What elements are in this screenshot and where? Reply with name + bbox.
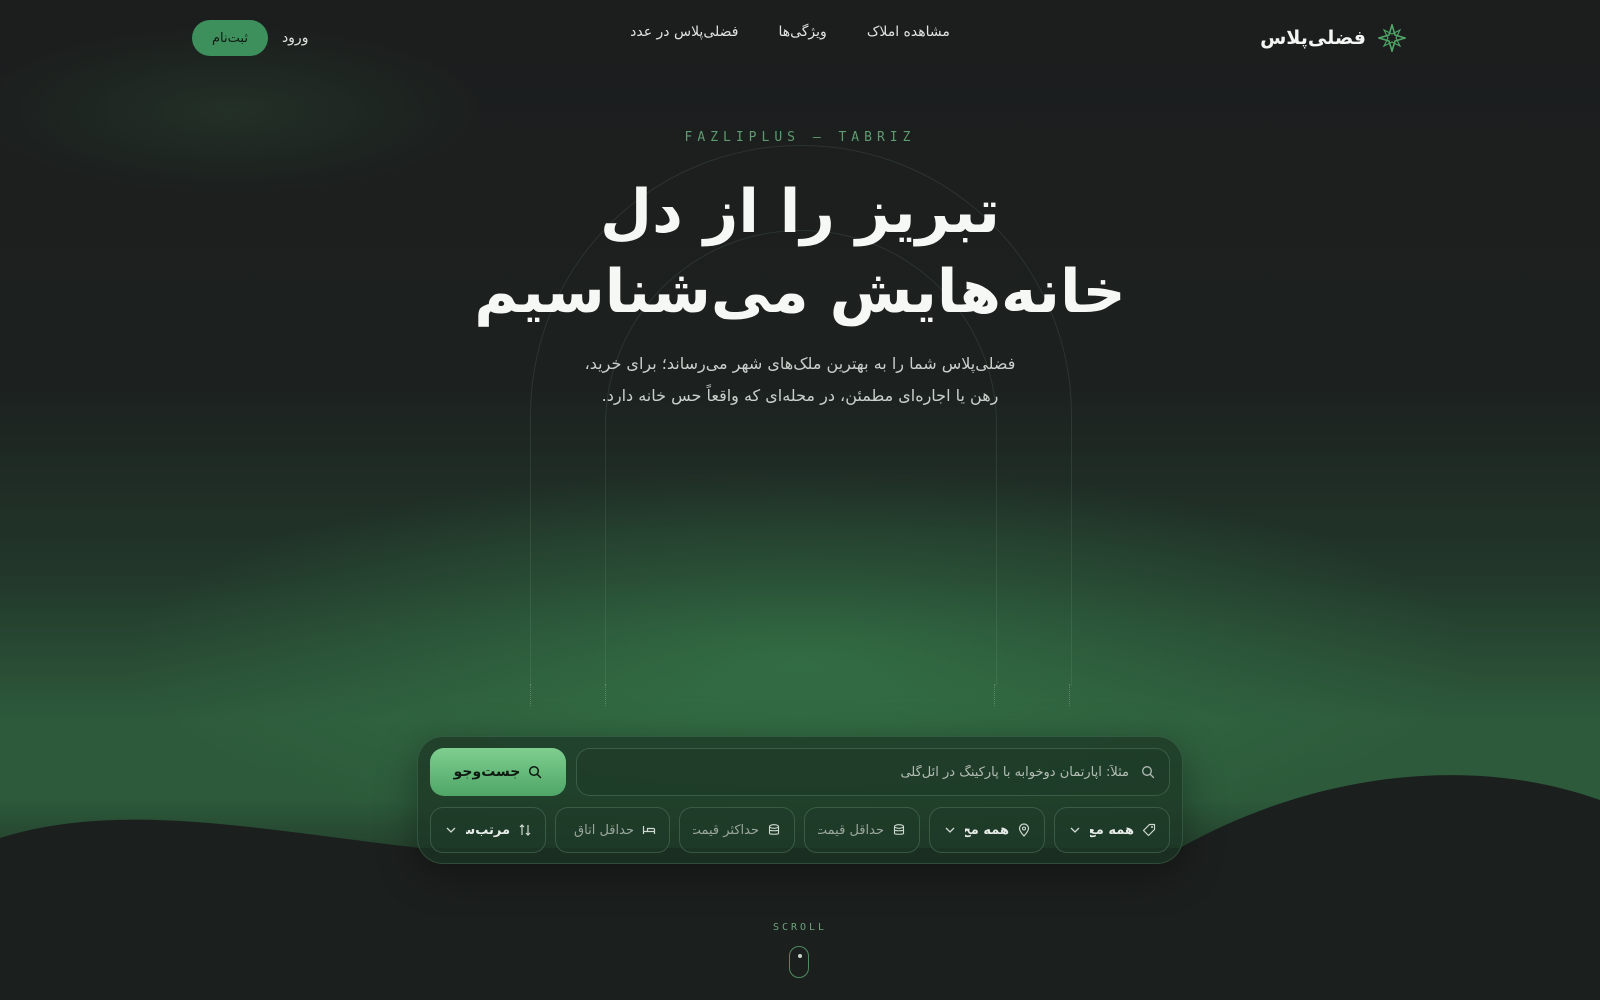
signup-button[interactable]: ثبت‌نام — [192, 20, 268, 56]
arch-dots-right — [1069, 684, 1071, 706]
coins-icon — [893, 824, 905, 835]
scroll-indicator[interactable]: SCROLL — [0, 922, 1600, 978]
hero-kicker: FAZLIPLUS — TABRIZ — [684, 130, 916, 145]
filter-category[interactable]: همه مع — [1054, 807, 1170, 853]
auth-actions: ثبت‌نام ورود — [192, 20, 308, 56]
chevron-down-icon — [945, 827, 955, 833]
top-navbar: فضلی‌پلاس مشاهده املاک ویژگی‌ها فضلی‌پلا… — [0, 0, 1600, 74]
tag-icon — [1142, 823, 1156, 837]
brand-name: فضلی‌پلاس — [1260, 27, 1366, 49]
bed-icon — [642, 826, 656, 834]
hero-title-line1: تبریز را از دل — [600, 177, 1000, 247]
search-button[interactable]: جست‌وجو — [430, 748, 566, 796]
arch-dots-right-inner — [994, 684, 996, 706]
filter-min-price[interactable]: حداقل قیمت — [804, 807, 920, 853]
filter-category-label: همه مع — [1090, 822, 1134, 838]
arch-dots-left — [530, 684, 532, 706]
login-link[interactable]: ورود — [282, 30, 309, 46]
filter-district-label: همه مح — [965, 822, 1009, 838]
filter-min-price-label: حداقل قیمت — [818, 822, 884, 838]
scroll-label: SCROLL — [772, 922, 828, 933]
filter-max-price-label: حداکثر قیمت — [693, 822, 759, 838]
hero-title: تبریز را از دل خانه‌هایش می‌شناسیم — [0, 172, 1600, 332]
location-pin-icon — [1018, 823, 1030, 837]
nav-link-properties[interactable]: مشاهده املاک — [867, 24, 950, 40]
main-menu: مشاهده املاک ویژگی‌ها فضلی‌پلاس در عدد — [620, 24, 960, 40]
search-icon — [1142, 766, 1155, 779]
hero-subtitle-line1: فضلی‌پلاس شما را به بهترین ملک‌های شهر م… — [584, 354, 1016, 373]
arch-dots-left-inner — [605, 684, 607, 706]
mouse-icon — [789, 946, 809, 978]
filter-district[interactable]: همه مح — [929, 807, 1045, 853]
sort-dropdown[interactable]: مرتب‌سا — [430, 807, 546, 853]
sort-dropdown-label: مرتب‌سا — [466, 822, 510, 838]
brand-logo[interactable]: فضلی‌پلاس — [1260, 20, 1406, 56]
search-input[interactable] — [591, 763, 1131, 781]
search-row: جست‌وجو — [430, 748, 1170, 796]
search-button-label: جست‌وجو — [453, 764, 521, 780]
sort-icon — [519, 824, 531, 836]
coins-icon — [768, 824, 780, 835]
mouse-wheel — [798, 954, 802, 958]
filter-min-rooms[interactable]: حداقل اتاق — [555, 807, 670, 853]
filter-max-price[interactable]: حداکثر قیمت — [679, 807, 795, 853]
hero-subtitle-line2: رهن یا اجاره‌ای مطمئن، در محله‌ای که واق… — [601, 386, 999, 405]
filter-min-rooms-label: حداقل اتاق — [574, 822, 634, 838]
nav-link-features[interactable]: ویژگی‌ها — [778, 24, 826, 40]
chevron-down-icon — [446, 827, 456, 833]
nav-link-stats[interactable]: فضلی‌پلاس در عدد — [630, 24, 738, 40]
hero-title-line2: خانه‌هایش می‌شناسیم — [474, 257, 1126, 327]
search-panel: جست‌وجو همه مع همه مح — [417, 736, 1183, 864]
search-field — [576, 748, 1170, 796]
star-compass-icon — [1378, 24, 1406, 52]
chevron-down-icon — [1070, 827, 1080, 833]
hero-subtitle: فضلی‌پلاس شما را به بهترین ملک‌های شهر م… — [560, 348, 1040, 412]
search-icon — [529, 765, 542, 779]
filter-row: همه مع همه مح حداقل قیمت حداکثر قیمت حدا… — [430, 807, 1170, 853]
